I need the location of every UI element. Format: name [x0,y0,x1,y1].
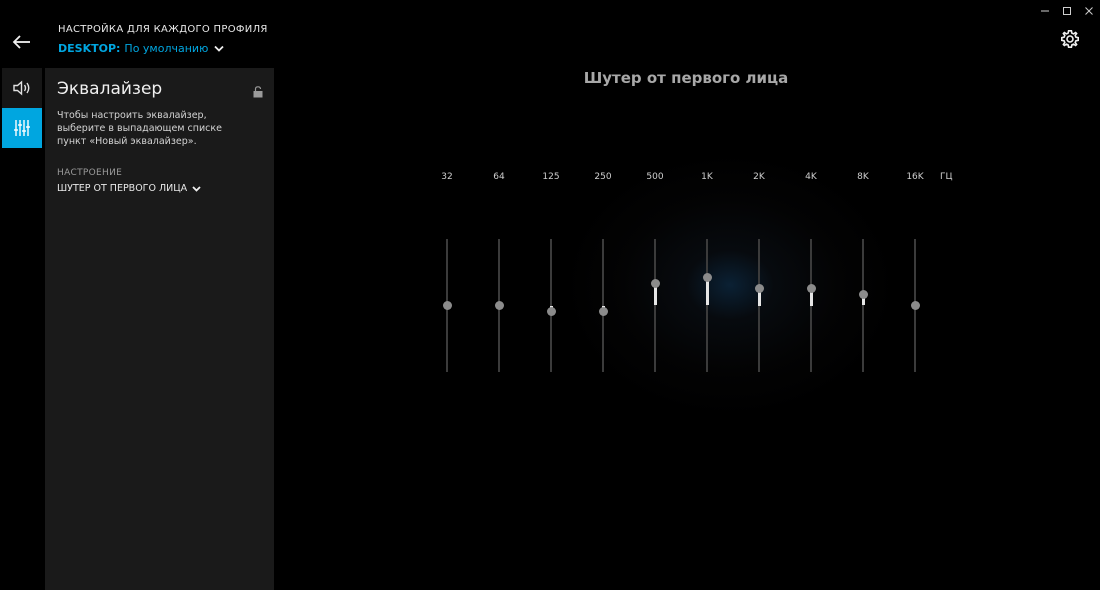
eq-band-250: 250 [588,172,618,377]
eq-band-label: 32 [441,172,453,182]
eq-slider-knob[interactable] [754,284,764,294]
eq-band-500: 500 [640,172,670,377]
eq-slider-track[interactable] [654,239,656,372]
maximize-icon[interactable] [1056,0,1078,22]
arrow-left-icon [12,35,30,49]
eq-slider-track[interactable] [862,239,864,372]
eq-band-label: 500 [646,172,664,182]
eq-band-label: 8K [857,172,869,182]
panel-title: Эквалайзер [57,79,163,99]
preset-value: ШУТЕР ОТ ПЕРВОГО ЛИЦА [57,183,188,194]
eq-band-label: 250 [594,172,612,182]
app-window: НАСТРОЙКА ДЛЯ КАЖДОГО ПРОФИЛЯ DESKTOP: П… [0,0,1100,590]
chevron-down-icon [214,45,224,52]
profile-header: НАСТРОЙКА ДЛЯ КАЖДОГО ПРОФИЛЯ DESKTOP: П… [58,24,268,55]
eq-slider-knob[interactable] [702,273,712,283]
profile-name: По умолчанию [124,42,209,55]
eq-slider-knob[interactable] [598,306,608,316]
eq-band-16k: 16K [900,172,930,377]
eq-band-label: 4K [805,172,817,182]
eq-band-label: 2K [753,172,765,182]
preset-dropdown[interactable]: ШУТЕР ОТ ПЕРВОГО ЛИЦА [57,183,201,194]
eq-slider-knob[interactable] [650,278,660,288]
eq-slider-knob[interactable] [546,306,556,316]
eq-band-8k: 8K [848,172,878,377]
panel-description: Чтобы настроить эквалайзер, выберите в в… [57,110,222,147]
eq-slider-track[interactable] [810,239,812,372]
eq-band-4k: 4K [796,172,826,377]
speaker-icon [13,80,30,96]
settings-button[interactable] [1060,29,1080,49]
eq-band-125: 125 [536,172,566,377]
back-button[interactable] [8,30,36,54]
eq-slider-knob[interactable] [910,301,920,310]
eq-band-2k: 2K [744,172,774,377]
equalizer-icon [14,120,30,136]
minimize-icon[interactable] [1034,0,1056,22]
eq-band-label: 125 [542,172,560,182]
profile-selector[interactable]: DESKTOP: По умолчанию [58,42,268,55]
close-icon[interactable] [1078,0,1100,22]
equalizer-panel: Эквалайзер Чтобы настроить эквалайзер, в… [45,68,274,590]
eq-band-label: 1K [701,172,713,182]
rail-item-equalizer[interactable] [2,108,42,148]
eq-band-64: 64 [484,172,514,377]
eq-slider-knob[interactable] [858,289,868,299]
eq-band-label: 64 [493,172,505,182]
frequency-unit-label: ГЦ [940,172,953,182]
eq-slider-knob[interactable] [806,284,816,294]
gear-icon [1061,30,1079,48]
eq-slider-track[interactable] [758,239,760,372]
eq-slider-knob[interactable] [494,301,504,310]
profile-device: DESKTOP: [58,42,121,55]
eq-band-32: 32 [432,172,462,377]
window-controls [1034,0,1100,22]
eq-slider-track[interactable] [706,239,708,372]
eq-band-1k: 1K [692,172,722,377]
eq-slider-knob[interactable] [442,301,452,310]
profile-caption: НАСТРОЙКА ДЛЯ КАЖДОГО ПРОФИЛЯ [58,24,268,35]
unlock-icon[interactable] [252,85,264,99]
chevron-down-icon [192,185,201,192]
rail-item-sound[interactable] [2,68,42,108]
eq-band-label: 16K [906,172,924,182]
preset-label: НАСТРОЕНИЕ [57,168,123,178]
equalizer-title: Шутер от первого лица [583,69,789,87]
